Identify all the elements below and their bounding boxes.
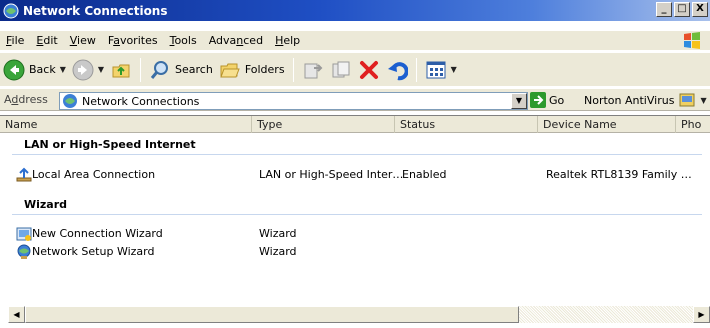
views-button[interactable]: ▼: [422, 56, 460, 84]
maximize-button[interactable]: □: [674, 2, 690, 17]
go-arrow-icon: [530, 92, 546, 108]
undo-icon: [387, 61, 408, 80]
menu-bar: File Edit View Favorites Tools Advanced …: [0, 31, 710, 50]
search-icon: [150, 60, 169, 79]
item-type: Wizard: [259, 245, 297, 258]
group-divider: [12, 214, 702, 215]
item-name: Network Setup Wizard: [32, 245, 155, 258]
scroll-right-button[interactable]: ▶: [693, 306, 710, 323]
menu-advanced[interactable]: Advanced: [203, 34, 269, 47]
item-name: Local Area Connection: [32, 168, 156, 181]
item-name: New Connection Wizard: [32, 227, 163, 240]
network-connections-icon: [3, 3, 19, 18]
scrollbar-thumb[interactable]: [25, 306, 519, 323]
group-header-wizard: Wizard: [24, 198, 68, 211]
views-dropdown-icon[interactable]: ▼: [451, 65, 457, 74]
delete-button[interactable]: [355, 56, 383, 84]
address-dropdown-icon[interactable]: ▼: [511, 93, 527, 109]
column-header-device-name[interactable]: Device Name: [538, 116, 676, 133]
folders-label: Folders: [244, 63, 285, 76]
network-connections-icon: [63, 94, 77, 108]
item-type: LAN or High-Speed Inter…: [259, 168, 404, 181]
column-header-name[interactable]: Name: [0, 116, 252, 133]
back-arrow-icon: [3, 59, 25, 80]
forward-arrow-icon: [72, 59, 94, 80]
search-label: Search: [175, 63, 213, 76]
folders-icon: [220, 63, 240, 77]
go-label: Go: [549, 93, 565, 107]
column-header-status[interactable]: Status: [395, 116, 538, 133]
item-status: Enabled: [402, 168, 447, 181]
forward-button[interactable]: ▼: [69, 56, 107, 84]
address-input[interactable]: Network Connections ▼: [59, 92, 528, 110]
windows-logo-icon: [684, 32, 700, 49]
go-button[interactable]: Go: [530, 92, 564, 108]
menu-edit[interactable]: Edit: [30, 34, 63, 47]
close-button[interactable]: X: [692, 2, 708, 17]
menu-file[interactable]: File: [0, 34, 30, 47]
menu-favorites[interactable]: Favorites: [102, 34, 164, 47]
standard-toolbar: Back ▼ ▼ Search Folders ▼: [0, 53, 710, 86]
up-folder-icon: [112, 64, 130, 77]
scroll-left-button[interactable]: ◀: [8, 306, 25, 323]
menu-view[interactable]: View: [64, 34, 102, 47]
item-device-name: Realtek RTL8139 Family …: [546, 168, 692, 181]
network-connection-icon: [16, 167, 32, 182]
column-header: Name Type Status Device Name Pho: [0, 116, 710, 133]
column-header-phone[interactable]: Pho: [676, 116, 710, 133]
move-to-button[interactable]: [299, 56, 327, 84]
norton-dropdown-icon[interactable]: ▼: [700, 96, 706, 105]
norton-icon: [679, 93, 695, 107]
back-label: Back: [29, 63, 56, 76]
group-header-lan: LAN or High-Speed Internet: [24, 138, 196, 151]
toolbar-separator: [140, 57, 142, 82]
copy-to-icon: [332, 61, 350, 77]
item-type: Wizard: [259, 227, 297, 240]
copy-to-button[interactable]: [327, 56, 355, 84]
up-folder-button[interactable]: [107, 56, 135, 84]
move-to-icon: [304, 63, 322, 78]
norton-antivirus-toolbar[interactable]: Norton AntiVirus ▼: [584, 93, 707, 107]
folders-button[interactable]: Folders: [216, 56, 288, 84]
title-bar[interactable]: Network Connections _ □ X: [0, 0, 710, 21]
back-dropdown-icon[interactable]: ▼: [60, 65, 66, 74]
search-button[interactable]: Search: [146, 56, 216, 84]
delete-x-icon: [359, 60, 378, 79]
horizontal-scrollbar[interactable]: ◀ ▶: [8, 306, 710, 323]
network-setup-wizard-icon: [17, 244, 31, 259]
address-value: Network Connections: [82, 94, 200, 108]
forward-dropdown-icon[interactable]: ▼: [98, 65, 104, 74]
address-label: Address: [4, 93, 48, 106]
undo-button[interactable]: [383, 56, 411, 84]
toolbar-separator: [415, 57, 417, 82]
back-button[interactable]: Back ▼: [0, 56, 69, 84]
minimize-button[interactable]: _: [656, 2, 672, 17]
norton-label: Norton AntiVirus: [584, 93, 675, 107]
address-bar: Address Network Connections ▼ Go Norton …: [0, 88, 710, 111]
list-item[interactable]: Local Area Connection LAN or High-Speed …: [16, 167, 706, 183]
connections-list-view[interactable]: Name Type Status Device Name Pho LAN or …: [0, 115, 710, 328]
menu-tools[interactable]: Tools: [164, 34, 203, 47]
views-icon: [426, 61, 446, 78]
column-header-type[interactable]: Type: [252, 116, 395, 133]
toolbar-separator: [292, 57, 294, 82]
menu-help[interactable]: Help: [269, 34, 306, 47]
list-item[interactable]: New Connection Wizard Wizard: [16, 226, 706, 242]
new-connection-wizard-icon: [16, 227, 32, 241]
window-title: Network Connections: [23, 3, 168, 18]
group-divider: [12, 154, 702, 155]
list-item[interactable]: Network Setup Wizard Wizard: [16, 244, 706, 260]
